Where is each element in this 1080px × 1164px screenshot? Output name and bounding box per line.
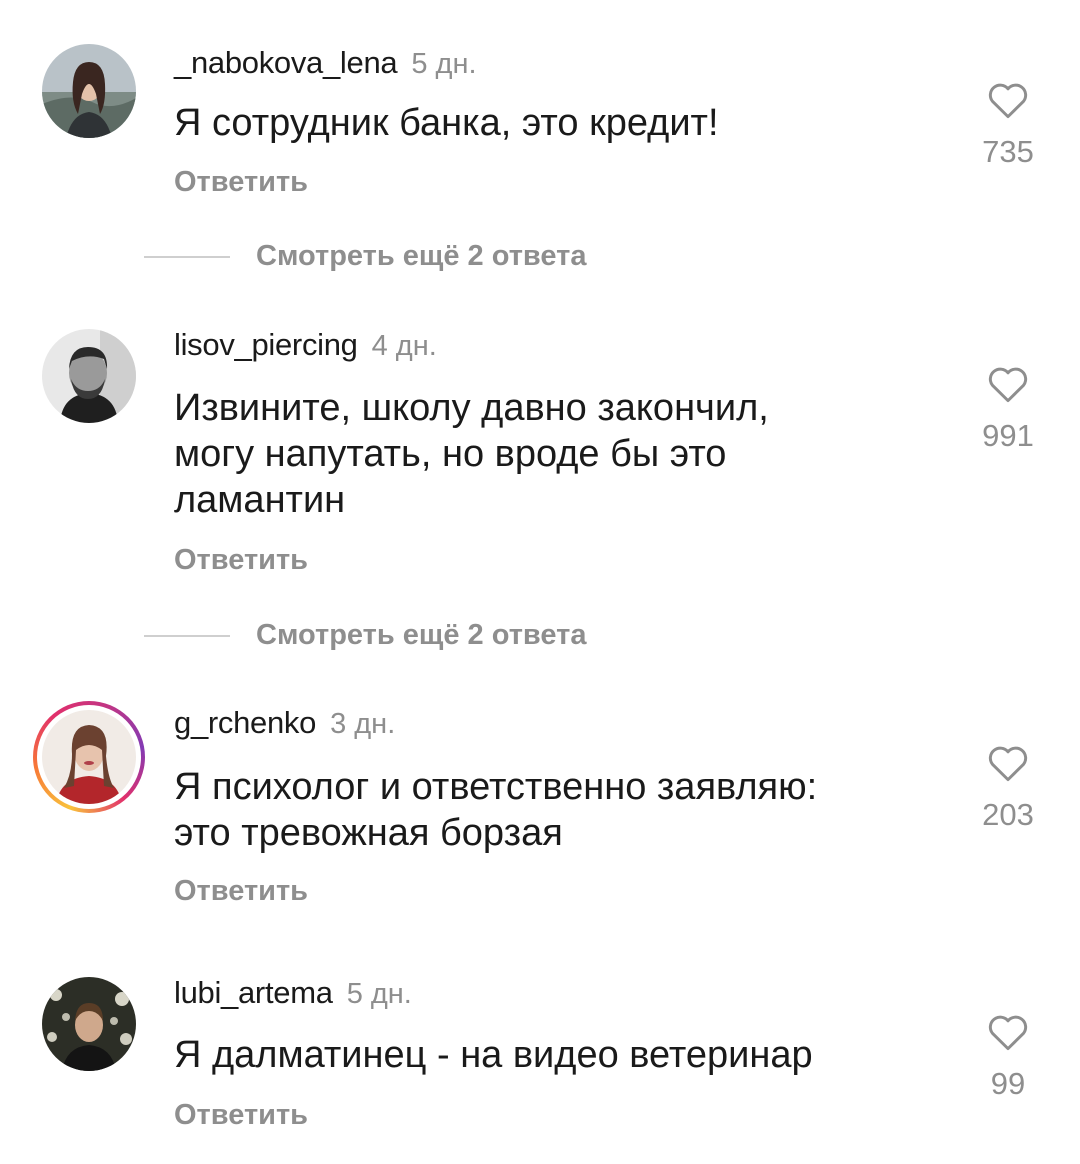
- avatar-image: [42, 329, 136, 423]
- heart-outline-icon[interactable]: [987, 743, 1029, 783]
- view-replies-label[interactable]: Смотреть ещё 2 ответа: [256, 240, 586, 272]
- reply-button[interactable]: Ответить: [174, 875, 308, 908]
- timestamp: 5 дн.: [411, 48, 477, 80]
- comment-text: Я далматинец - на видео ветеринар: [174, 1032, 914, 1078]
- comment-text-line: это тревожная борзая: [174, 812, 563, 854]
- username[interactable]: lisov_piercing: [174, 327, 358, 362]
- username[interactable]: lubi_artema: [174, 975, 333, 1010]
- like-group: 735: [968, 80, 1048, 170]
- timestamp: 5 дн.: [346, 978, 412, 1010]
- comment-text-line: Извините, школу давно закончил,: [174, 387, 769, 429]
- divider-line: [144, 255, 230, 258]
- comment-text: Извините, школу давно закончил, могу нап…: [174, 385, 914, 523]
- view-replies-button[interactable]: Смотреть ещё 2 ответа: [144, 240, 586, 273]
- comment-header: lisov_piercing 4 дн.: [174, 327, 437, 363]
- username[interactable]: _nabokova_lena: [174, 45, 398, 80]
- avatar[interactable]: [42, 977, 136, 1071]
- like-group: 203: [968, 743, 1048, 833]
- comment-text: Я психолог и ответственно заявляю: это т…: [174, 764, 914, 856]
- avatar[interactable]: [42, 710, 136, 804]
- avatar-image: [42, 977, 136, 1071]
- reply-button[interactable]: Ответить: [174, 1099, 308, 1132]
- heart-outline-icon[interactable]: [987, 80, 1029, 120]
- timestamp: 3 дн.: [330, 708, 396, 740]
- comment-header: lubi_artema 5 дн.: [174, 975, 412, 1011]
- like-count: 991: [982, 418, 1034, 453]
- like-count: 203: [982, 797, 1034, 832]
- timestamp: 4 дн.: [371, 330, 437, 362]
- heart-outline-icon[interactable]: [987, 364, 1029, 404]
- avatar[interactable]: [42, 44, 136, 138]
- view-replies-button[interactable]: Смотреть ещё 2 ответа: [144, 619, 586, 652]
- comment-text-line: Я далматинец - на видео ветеринар: [174, 1034, 813, 1076]
- heart-outline-icon[interactable]: [987, 1012, 1029, 1052]
- comment-text-line: Я сотрудник банка, это кредит!: [174, 102, 719, 144]
- reply-button[interactable]: Ответить: [174, 544, 308, 577]
- like-group: 991: [968, 364, 1048, 454]
- avatar-image: [42, 44, 136, 138]
- divider-line: [144, 634, 230, 637]
- reply-button[interactable]: Ответить: [174, 166, 308, 199]
- comment-text-line: могу напутать, но вроде бы это: [174, 433, 727, 475]
- view-replies-label[interactable]: Смотреть ещё 2 ответа: [256, 619, 586, 651]
- username[interactable]: g_rchenko: [174, 705, 316, 740]
- like-group: 99: [968, 1012, 1048, 1102]
- comment-text-line: Я психолог и ответственно заявляю:: [174, 766, 818, 808]
- comment-header: g_rchenko 3 дн.: [174, 705, 395, 741]
- like-count: 735: [982, 134, 1034, 169]
- like-count: 99: [990, 1066, 1026, 1101]
- avatar[interactable]: [42, 329, 136, 423]
- comment-text: Я сотрудник банка, это кредит!: [174, 100, 914, 146]
- comment-text-line: ламантин: [174, 479, 346, 521]
- comment-header: _nabokova_lena 5 дн.: [174, 45, 477, 81]
- avatar-image: [42, 710, 136, 804]
